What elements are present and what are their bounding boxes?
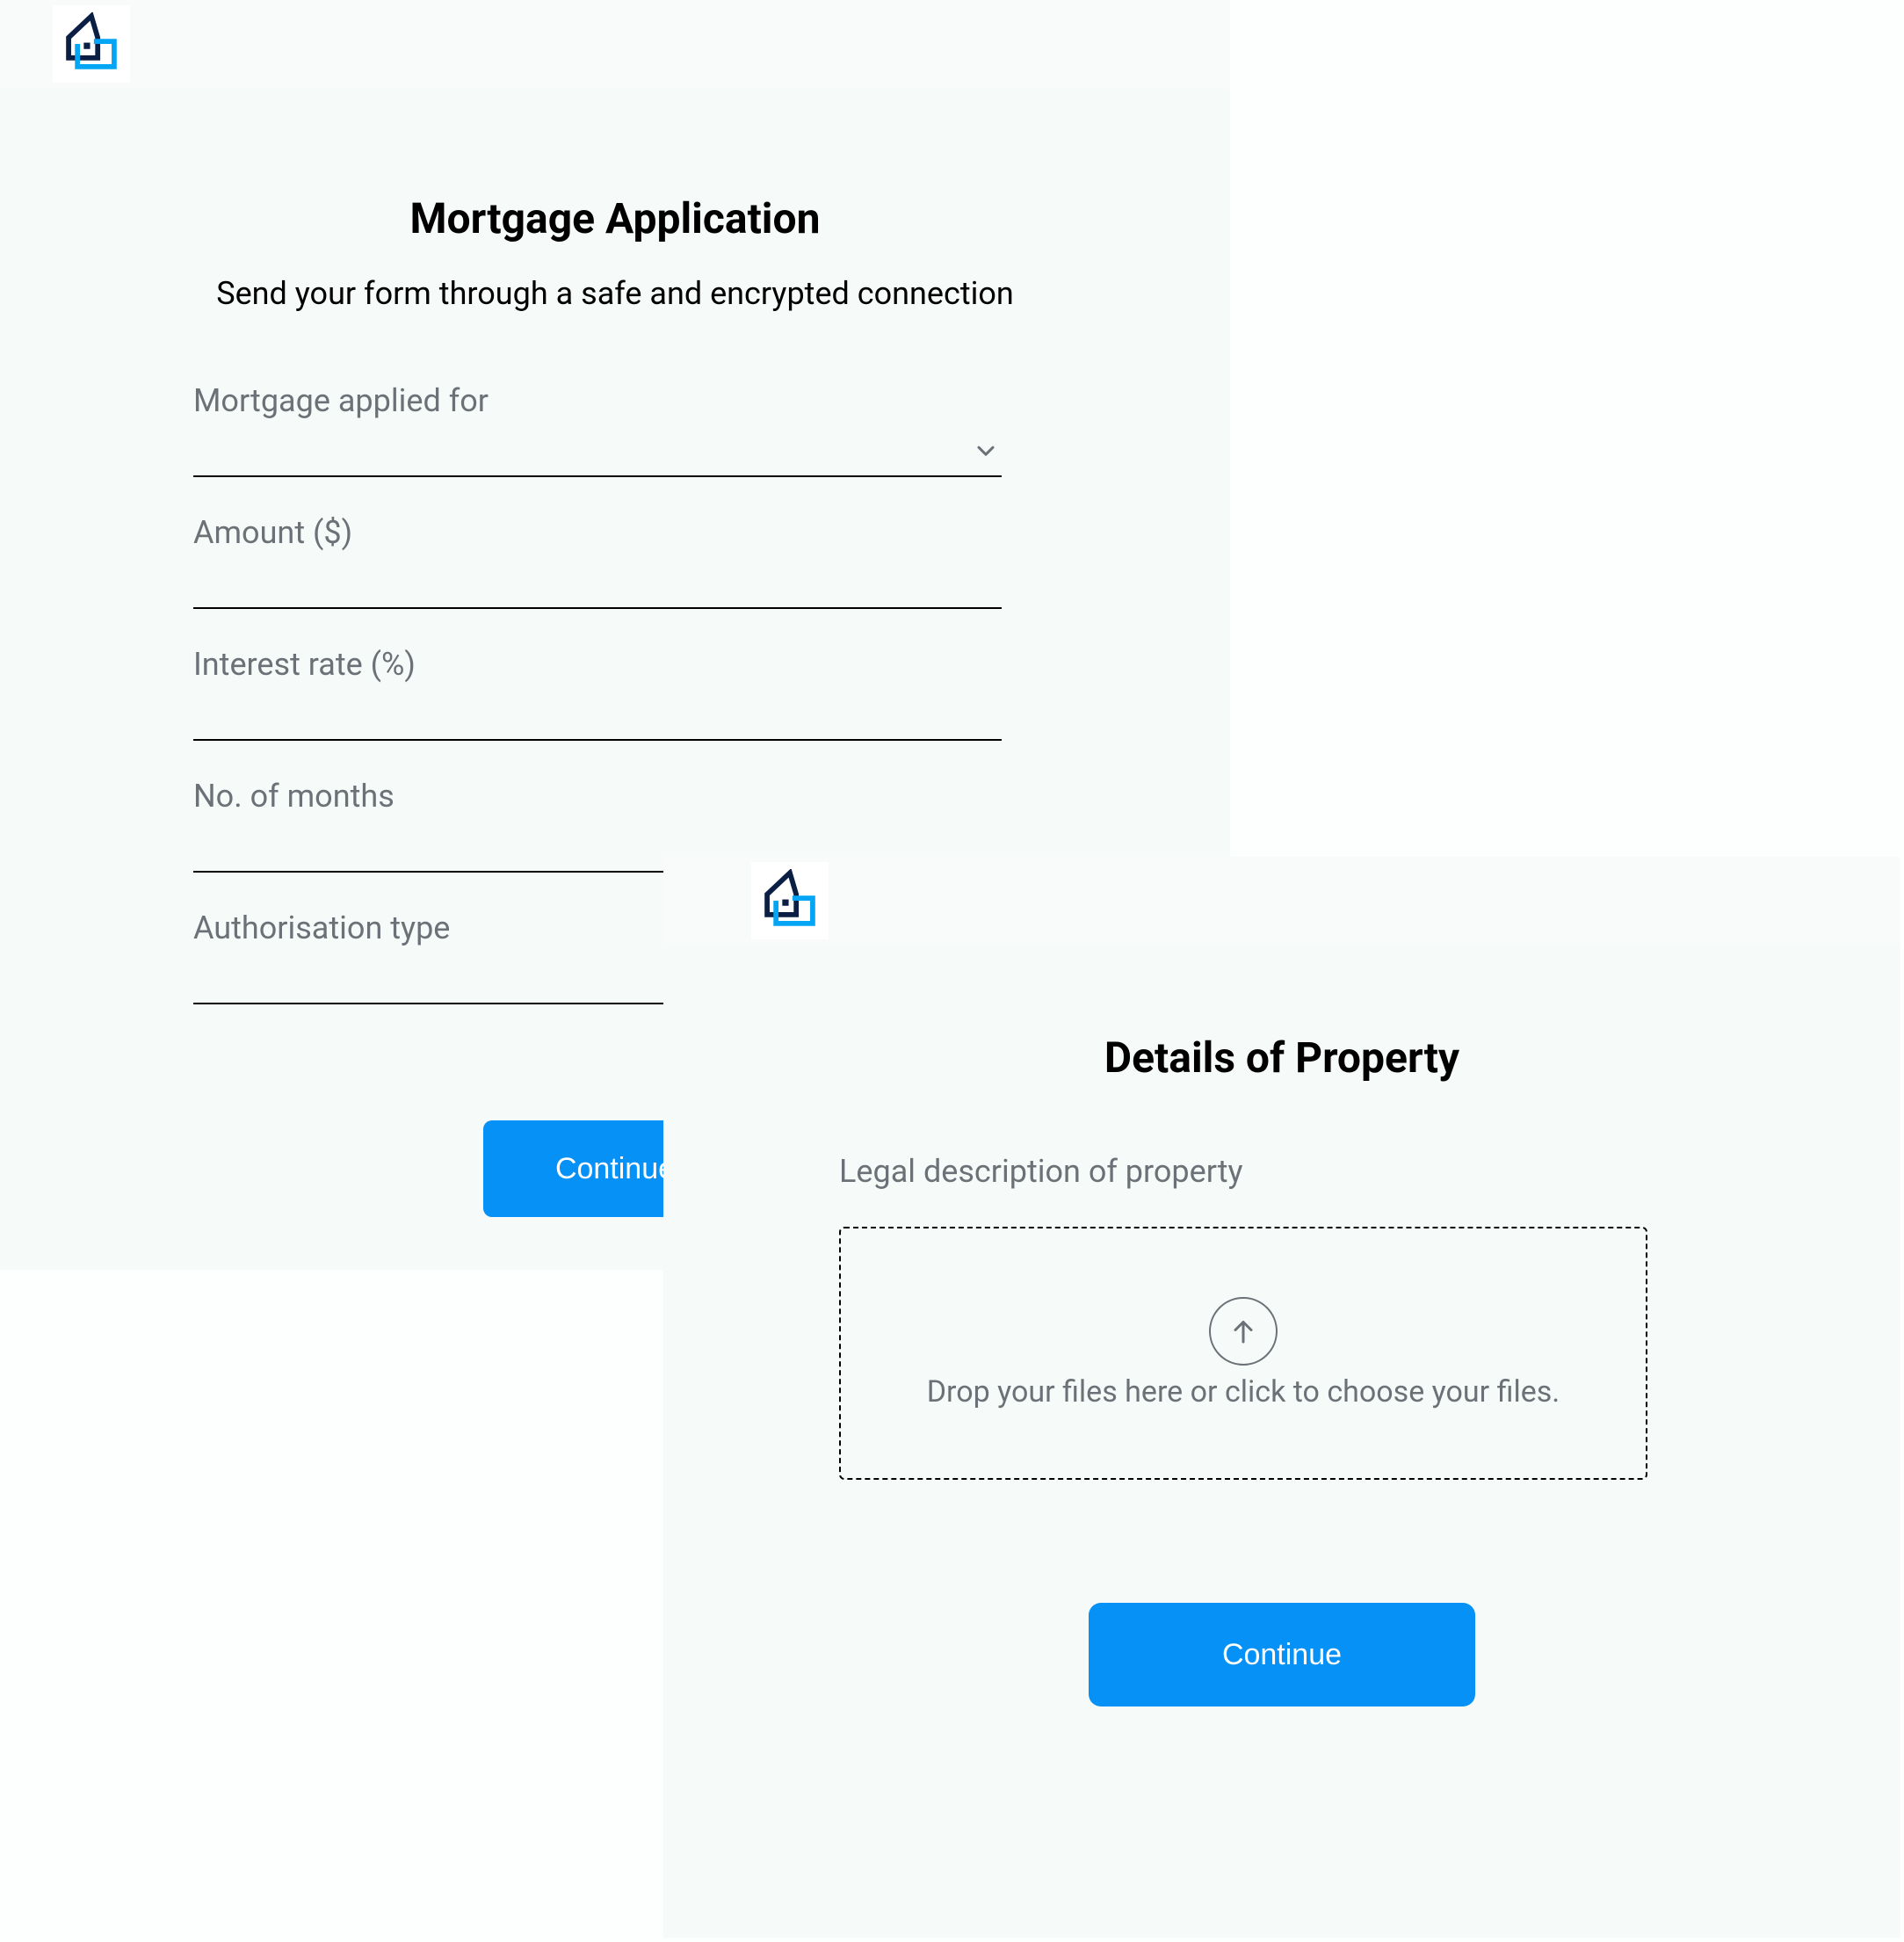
house-logo-icon [758,869,822,932]
amount-input[interactable] [193,567,1002,607]
logo [751,862,829,939]
field-authorisation-type: Authorisation type [193,909,668,1004]
house-logo-icon [60,12,123,76]
file-dropzone[interactable]: Drop your files here or click to choose … [839,1227,1647,1480]
interest-rate-input[interactable] [193,699,1002,739]
form-body: Details of Property Legal description of… [663,945,1900,1759]
field-interest-rate: Interest rate (%) [193,646,1002,741]
field-legal-description: Legal description of property [839,1153,1647,1206]
mortgage-applied-for-select[interactable] [193,435,1002,477]
authorisation-type-input[interactable] [193,962,668,1003]
no-of-months-label: No. of months [193,778,1002,815]
interest-rate-label: Interest rate (%) [193,646,1002,683]
upload-icon [1209,1297,1278,1366]
continue-button[interactable]: Continue [1089,1603,1475,1706]
details-of-property-card: Details of Property Legal description of… [663,857,1900,1938]
header-bar [663,857,1900,945]
header-bar [0,0,1230,88]
mortgage-applied-for-label: Mortgage applied for [193,382,1002,419]
page-subtitle: Send your form through a safe and encryp… [216,275,1014,312]
page-title: Details of Property [1104,1033,1459,1083]
field-mortgage-applied-for: Mortgage applied for [193,382,1002,477]
field-amount: Amount ($) [193,514,1002,609]
mortgage-applied-for-input[interactable] [193,435,1002,475]
amount-label: Amount ($) [193,514,1002,551]
page-title: Mortgage Application [409,193,820,243]
authorisation-type-label: Authorisation type [193,909,668,946]
dropzone-text: Drop your files here or click to choose … [927,1374,1560,1409]
legal-description-label: Legal description of property [839,1153,1647,1190]
logo [53,5,130,83]
